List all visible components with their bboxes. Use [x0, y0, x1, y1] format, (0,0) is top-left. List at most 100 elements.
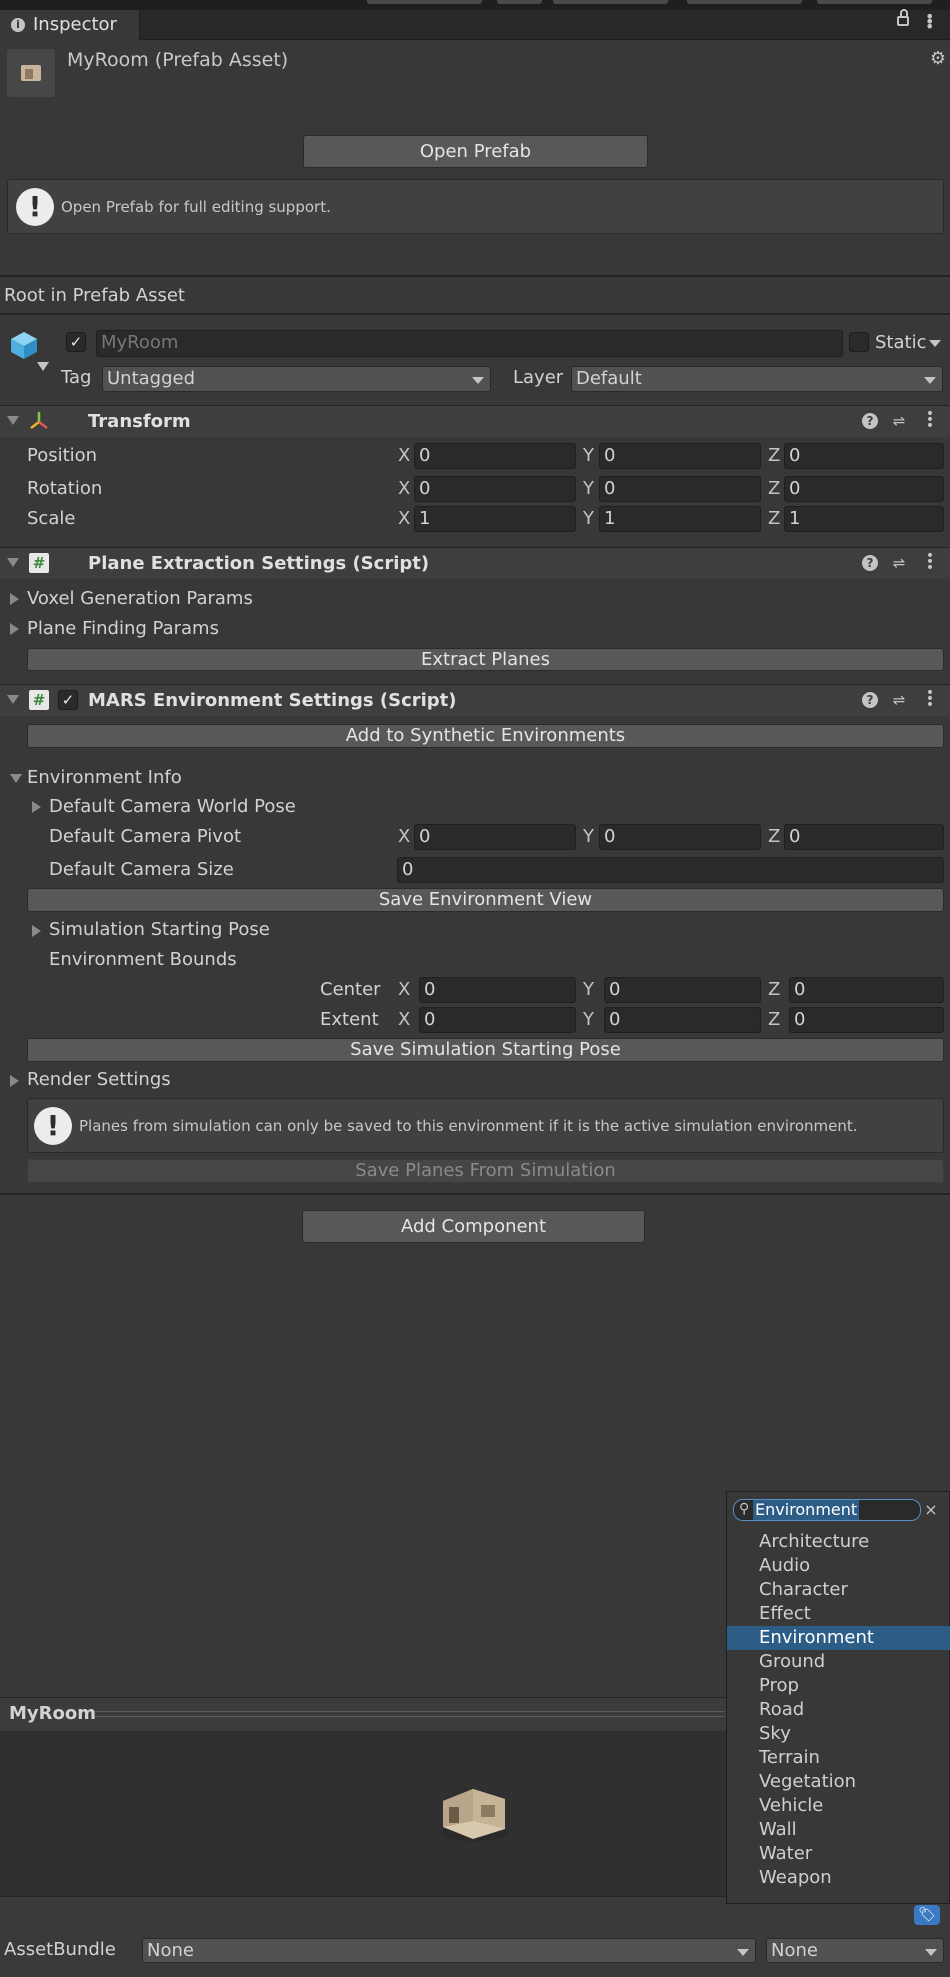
context-menu-icon[interactable]: • • •	[922, 549, 938, 575]
foldout-arrow[interactable]	[10, 623, 19, 635]
position-y-field[interactable]: 0	[599, 443, 761, 469]
center-x-label[interactable]: X	[398, 979, 410, 1000]
toolbar-button-3[interactable]	[553, 0, 668, 4]
tag-item-sky[interactable]: Sky	[727, 1722, 950, 1746]
foldout-arrow[interactable]	[7, 416, 19, 425]
gameobject-name-field[interactable]: MyRoom	[96, 330, 843, 357]
position-x-label[interactable]: X	[398, 445, 410, 466]
context-menu-icon[interactable]: • • •	[922, 407, 938, 433]
toolbar-button-5[interactable]	[817, 0, 932, 4]
mars-enabled-checkbox[interactable]: ✓	[58, 690, 78, 710]
extent-y-label[interactable]: Y	[583, 1009, 594, 1030]
rotation-z-field[interactable]: 0	[784, 476, 944, 502]
foldout-arrow[interactable]	[32, 925, 41, 937]
tag-label-icon[interactable]: 🏷	[914, 1905, 940, 1925]
center-z-label[interactable]: Z	[768, 979, 780, 1000]
foldout-arrow[interactable]	[10, 593, 19, 605]
open-prefab-button[interactable]: Open Prefab	[303, 135, 648, 168]
rotation-x-field[interactable]: 0	[414, 476, 576, 502]
save-environment-view-button[interactable]: Save Environment View	[27, 888, 944, 912]
add-component-button[interactable]: Add Component	[302, 1210, 645, 1243]
center-y-label[interactable]: Y	[583, 979, 594, 1000]
extent-y-field[interactable]: 0	[604, 1007, 761, 1033]
tag-item-terrain[interactable]: Terrain	[727, 1746, 950, 1770]
foldout-arrow[interactable]	[32, 801, 41, 813]
render-settings-foldout[interactable]: Render Settings	[27, 1069, 171, 1090]
tag-item-vehicle[interactable]: Vehicle	[727, 1794, 950, 1818]
camera-world-pose-foldout[interactable]: Default Camera World Pose	[49, 796, 296, 817]
camera-pivot-x-field[interactable]: 0	[414, 824, 576, 850]
tag-item-environment[interactable]: Environment	[727, 1626, 950, 1650]
help-icon[interactable]: ?	[862, 555, 878, 571]
tab-inspector[interactable]: i Inspector	[0, 10, 140, 41]
scale-z-field[interactable]: 1	[784, 506, 944, 532]
toolbar-button-4[interactable]	[687, 0, 802, 4]
asset-bundle-variant-dropdown[interactable]: None	[766, 1938, 944, 1963]
voxel-params-foldout[interactable]: Voxel Generation Params	[27, 588, 253, 609]
position-x-field[interactable]: 0	[414, 443, 576, 469]
tag-item-character[interactable]: Character	[727, 1578, 950, 1602]
rotation-y-label[interactable]: Y	[583, 478, 594, 499]
tag-item-weapon[interactable]: Weapon	[727, 1866, 950, 1890]
presets-icon[interactable]: ⇌	[891, 555, 907, 571]
foldout-arrow[interactable]	[10, 774, 22, 783]
tag-dropdown[interactable]: Untagged	[102, 366, 491, 392]
scale-y-field[interactable]: 1	[599, 506, 761, 532]
tab-menu-icon[interactable]: • • •	[925, 9, 934, 35]
center-z-field[interactable]: 0	[789, 977, 944, 1003]
save-sim-start-pose-button[interactable]: Save Simulation Starting Pose	[27, 1038, 944, 1062]
tag-item-wall[interactable]: Wall	[727, 1818, 950, 1842]
camera-pivot-z-label[interactable]: Z	[768, 826, 780, 847]
plane-finding-foldout[interactable]: Plane Finding Params	[27, 618, 219, 639]
tag-item-road[interactable]: Road	[727, 1698, 950, 1722]
extent-z-label[interactable]: Z	[768, 1009, 780, 1030]
active-checkbox[interactable]: ✓	[66, 332, 86, 352]
help-icon[interactable]: ?	[862, 413, 878, 429]
foldout-arrow[interactable]	[10, 1075, 19, 1087]
icon-dropdown-arrow[interactable]	[37, 362, 49, 371]
help-icon[interactable]: ?	[862, 692, 878, 708]
foldout-arrow[interactable]	[7, 558, 19, 567]
static-checkbox[interactable]	[849, 332, 869, 352]
presets-icon[interactable]: ⇌	[891, 692, 907, 708]
camera-size-field[interactable]: 0	[397, 857, 944, 883]
static-label[interactable]: Static	[875, 332, 926, 353]
layer-dropdown[interactable]: Default	[571, 366, 943, 392]
camera-pivot-x-label[interactable]: X	[398, 826, 410, 847]
rotation-x-label[interactable]: X	[398, 478, 410, 499]
presets-icon[interactable]: ⇌	[891, 413, 907, 429]
lock-icon[interactable]	[897, 9, 909, 26]
scale-x-label[interactable]: X	[398, 508, 410, 529]
asset-bundle-name-dropdown[interactable]: None	[142, 1938, 756, 1963]
static-dropdown-arrow[interactable]	[929, 340, 941, 347]
extent-z-field[interactable]: 0	[789, 1007, 944, 1033]
camera-pivot-y-label[interactable]: Y	[583, 826, 594, 847]
position-z-field[interactable]: 0	[784, 443, 944, 469]
scale-x-field[interactable]: 1	[414, 506, 576, 532]
tag-item-ground[interactable]: Ground	[727, 1650, 950, 1674]
sim-start-pose-foldout[interactable]: Simulation Starting Pose	[49, 919, 270, 940]
tag-search-value[interactable]: Environment	[753, 1500, 860, 1520]
tag-item-architecture[interactable]: Architecture	[727, 1530, 950, 1554]
extent-x-field[interactable]: 0	[419, 1007, 576, 1033]
rotation-y-field[interactable]: 0	[599, 476, 761, 502]
toolbar-button-2[interactable]	[497, 0, 542, 4]
tag-search-field[interactable]: ⚲ Environment	[733, 1499, 921, 1521]
position-y-label[interactable]: Y	[583, 445, 594, 466]
tag-item-vegetation[interactable]: Vegetation	[727, 1770, 950, 1794]
preview-drag-handle[interactable]	[95, 1711, 725, 1717]
center-x-field[interactable]: 0	[419, 977, 576, 1003]
tag-item-water[interactable]: Water	[727, 1842, 950, 1866]
add-synthetic-env-button[interactable]: Add to Synthetic Environments	[27, 724, 944, 748]
context-menu-icon[interactable]: • • •	[922, 686, 938, 712]
foldout-arrow[interactable]	[7, 695, 19, 704]
extent-x-label[interactable]: X	[398, 1009, 410, 1030]
center-y-field[interactable]: 0	[604, 977, 761, 1003]
tag-item-prop[interactable]: Prop	[727, 1674, 950, 1698]
tag-item-audio[interactable]: Audio	[727, 1554, 950, 1578]
scale-z-label[interactable]: Z	[768, 508, 780, 529]
rotation-z-label[interactable]: Z	[768, 478, 780, 499]
camera-pivot-y-field[interactable]: 0	[599, 824, 761, 850]
gear-icon[interactable]: ⚙	[929, 50, 947, 68]
toolbar-button-1[interactable]	[367, 0, 482, 4]
